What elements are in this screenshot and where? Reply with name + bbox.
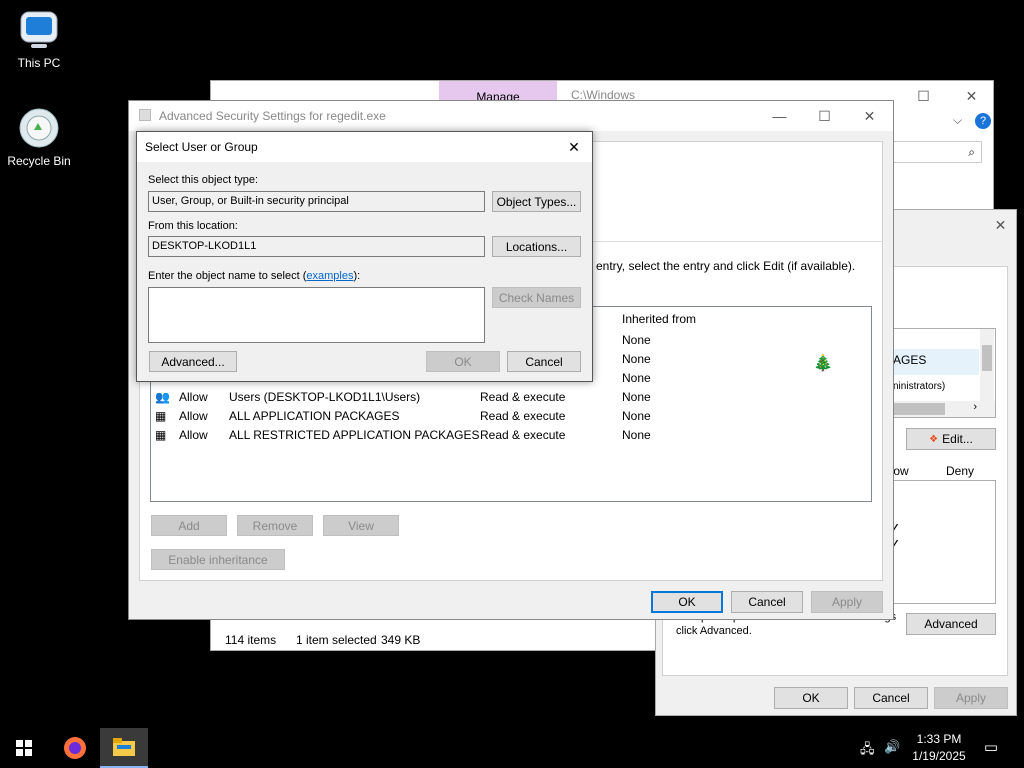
table-row[interactable]: 👥 Allow Users (DESKTOP-LKOD1L1\Users) Re…: [155, 388, 855, 407]
search-icon: ⌕: [968, 145, 975, 159]
clock-time[interactable]: 1:33 PM: [906, 732, 972, 746]
adv-instruction-text: entry, select the entry and click Edit (…: [596, 259, 856, 273]
column-inherited-header: Inherited from: [622, 312, 697, 326]
props-ok-button[interactable]: OK: [774, 687, 848, 709]
clock-date[interactable]: 1/19/2025: [906, 749, 972, 763]
firefox-icon: [64, 737, 86, 759]
enable-inheritance-button[interactable]: Enable inheritance: [151, 549, 285, 570]
table-row[interactable]: ▦ Allow ALL APPLICATION PACKAGES Read & …: [155, 407, 855, 426]
adv-maximize-button[interactable]: ☐: [802, 101, 847, 131]
enter-name-label: Enter the object name to select (example…: [148, 270, 361, 282]
help-icon[interactable]: ?: [975, 113, 991, 129]
column-deny-header: Deny: [946, 464, 975, 478]
desktop-icon-label: Recycle Bin: [7, 154, 71, 168]
adv-ok-button[interactable]: OK: [651, 591, 723, 613]
search-input[interactable]: ⌕: [887, 141, 982, 163]
maximize-icon: ☐: [818, 107, 831, 124]
explorer-maximize-button[interactable]: ☐: [901, 81, 946, 111]
minimize-icon: —: [772, 108, 787, 124]
props-close-button[interactable]: ✕: [978, 210, 1023, 240]
shield-icon: ❖: [929, 433, 939, 445]
adv-titlebar: Advanced Security Settings for regedit.e…: [129, 101, 893, 131]
object-name-input[interactable]: [148, 287, 485, 343]
adv-close-button[interactable]: ✕: [847, 101, 892, 131]
list-item[interactable]: ninistrators): [893, 381, 945, 392]
sel-close-button[interactable]: ✕: [555, 132, 593, 162]
sel-ok-button[interactable]: OK: [426, 351, 500, 372]
notification-icon[interactable]: ▭: [978, 738, 1004, 758]
list-item[interactable]: AGES: [893, 349, 979, 375]
sel-advanced-button[interactable]: Advanced...: [149, 351, 237, 372]
select-user-dialog: Select User or Group ✕ Select this objec…: [136, 131, 593, 382]
window-icon: [139, 109, 151, 121]
close-icon: ✕: [994, 216, 1007, 233]
locations-button[interactable]: Locations...: [492, 236, 581, 257]
adv-title: Advanced Security Settings for regedit.e…: [159, 109, 386, 123]
close-icon: ✕: [568, 138, 580, 155]
status-item-count: 114 items: [225, 633, 277, 647]
edit-button[interactable]: ❖ Edit...: [906, 428, 996, 450]
examples-link[interactable]: examples: [306, 270, 353, 282]
start-button[interactable]: [0, 728, 48, 768]
this-pc-icon: [17, 8, 61, 52]
props-apply-button[interactable]: Apply: [934, 687, 1008, 709]
location-field: DESKTOP-LKOD1L1: [148, 236, 485, 257]
adv-minimize-button[interactable]: —: [757, 101, 802, 131]
group-list[interactable]: AGES ninistrators) ›: [892, 328, 996, 418]
horizontal-scrollbar[interactable]: ›: [893, 401, 995, 417]
check-names-button[interactable]: Check Names: [492, 287, 581, 308]
maximize-icon: ☐: [917, 87, 930, 104]
close-icon: ✕: [863, 107, 876, 124]
special-permissions-note-2: click Advanced.: [676, 625, 752, 637]
taskbar: 🖧 🔊 1:33 PM 1/19/2025 ▭: [0, 728, 1024, 768]
remove-button[interactable]: Remove: [237, 515, 313, 536]
props-cancel-button[interactable]: Cancel: [854, 687, 928, 709]
table-row[interactable]: ▦ Allow ALL RESTRICTED APPLICATION PACKA…: [155, 426, 855, 445]
add-button[interactable]: Add: [151, 515, 227, 536]
taskbar-file-explorer[interactable]: [100, 728, 148, 768]
volume-icon[interactable]: 🔊: [884, 739, 900, 755]
adv-apply-button[interactable]: Apply: [811, 591, 883, 613]
props-advanced-button[interactable]: Advanced: [906, 613, 996, 635]
desktop-icon-label: This PC: [17, 56, 61, 70]
scroll-right-icon[interactable]: ›: [973, 401, 977, 413]
status-size: 349 KB: [381, 633, 421, 647]
sel-title: Select User or Group: [145, 140, 258, 154]
close-icon: ✕: [965, 87, 978, 104]
scrollbar-thumb[interactable]: [893, 403, 945, 415]
vertical-scrollbar[interactable]: [980, 329, 994, 401]
object-type-label: Select this object type:: [148, 174, 259, 186]
object-types-button[interactable]: Object Types...: [492, 191, 581, 212]
adv-cancel-button[interactable]: Cancel: [731, 591, 803, 613]
sel-cancel-button[interactable]: Cancel: [507, 351, 581, 372]
network-icon[interactable]: 🖧: [860, 740, 875, 762]
location-label: From this location:: [148, 220, 238, 232]
view-button[interactable]: View: [323, 515, 399, 536]
explorer-close-button[interactable]: ✕: [949, 81, 994, 111]
users-icon: 👥: [155, 390, 170, 404]
object-type-field: User, Group, or Built-in security princi…: [148, 191, 485, 212]
desktop-icon-this-pc[interactable]: This PC: [1, 8, 77, 70]
status-selected: 1 item selected: [296, 633, 377, 647]
ribbon-expand-chevron-icon[interactable]: ⌵: [953, 113, 962, 128]
taskbar-firefox[interactable]: [52, 728, 98, 768]
package-icon: ▦: [155, 428, 167, 442]
windows-icon: [16, 740, 32, 756]
desktop-icon-recycle-bin[interactable]: Recycle Bin: [1, 106, 77, 168]
package-icon: ▦: [155, 409, 167, 423]
scrollbar-thumb[interactable]: [982, 345, 992, 371]
recycle-bin-icon: [17, 106, 61, 150]
permissions-list: ⁄ ⁄: [892, 480, 996, 604]
sel-titlebar: Select User or Group ✕: [137, 132, 592, 162]
folder-icon: [113, 738, 135, 756]
